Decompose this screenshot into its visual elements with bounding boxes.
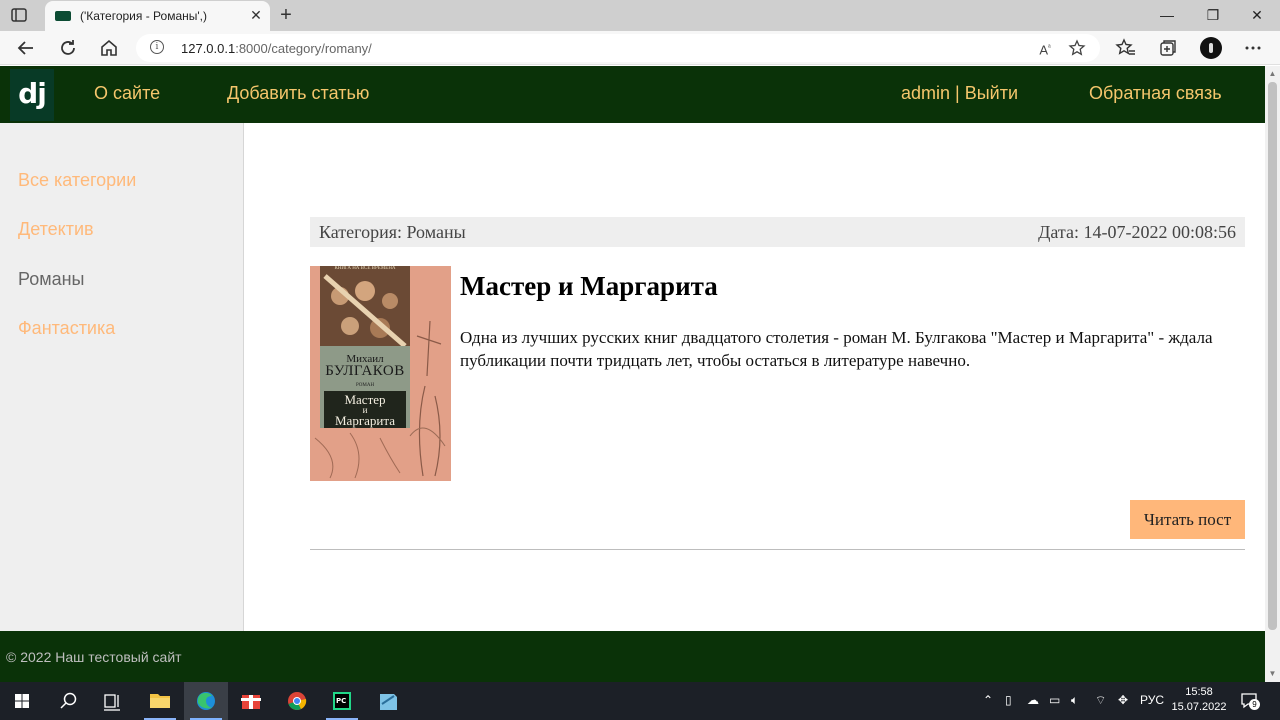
post-excerpt: Одна из лучших русских книг двадцатого с… [460,328,1213,370]
nav-user-logout-link[interactable]: admin | Выйти [901,83,1018,104]
post-category: Категория: Романы [319,222,466,242]
home-icon[interactable] [97,36,121,60]
language-indicator[interactable]: РУС [1140,693,1164,707]
clock-time: 15:58 [1185,686,1213,698]
read-post-button[interactable]: Читать пост [1130,500,1245,539]
post-divider [310,549,1245,550]
site-footer: © 2022 Наш тестовый сайт [0,631,1265,682]
page-scrollbar[interactable]: ▲ ▼ [1265,66,1280,682]
cover-author: Михаил БУЛГАКОВ [320,353,410,379]
battery-icon[interactable]: ▭ [1049,693,1060,707]
tray-onedrive-icon[interactable]: ☁ [1027,693,1039,707]
page-viewport: dj О сайте Добавить статью admin | Выйти… [0,66,1265,682]
book-cover-image: КНИГА НА ВСЕ ВРЕМЕНА Михаил БУЛГАКОВ РОМ… [310,266,451,481]
notification-count-badge: 9 [1249,699,1260,710]
cover-bottom-sketch [314,432,401,479]
favorites-icon[interactable] [1114,36,1138,60]
post-meta-bar: Категория: Романы Дата: 14-07-2022 00:08… [310,217,1245,247]
url-host: 127.0.0.1 [181,41,236,56]
profile-avatar[interactable] [1200,37,1222,59]
system-clock[interactable]: 15:58 15.07.2022 [1168,685,1230,715]
browser-tab-bar: ('Категория - Романы',) ✕ + — ❐ ✕ [0,0,1280,31]
edge-taskbar-icon[interactable] [184,682,228,720]
cover-painting [320,266,410,354]
chrome-icon[interactable] [275,682,319,720]
notes-app-icon[interactable] [366,682,410,720]
favorite-add-icon[interactable] [1068,39,1088,57]
url-path: :8000/category/romany/ [235,41,372,56]
tray-dropbox-icon[interactable]: ✥ [1118,693,1128,707]
tray-device-icon[interactable]: ▯ [1005,693,1012,707]
sidebar-item-novels: Романы [18,269,85,289]
collections-icon[interactable] [1156,36,1180,60]
back-icon[interactable] [14,36,38,60]
more-icon[interactable] [1241,36,1265,60]
footer-copyright: © 2022 Наш тестовый сайт [6,649,182,665]
windows-start-icon[interactable] [0,682,44,720]
cover-sketch-art [409,320,446,477]
site-info-icon[interactable]: i [150,40,164,54]
notification-center-icon[interactable]: 9 [1240,692,1260,710]
cover-series: КНИГА НА ВСЕ ВРЕМЕНА [334,266,396,271]
tab-close-icon[interactable]: ✕ [247,6,265,24]
close-window-button[interactable]: ✕ [1234,0,1280,31]
volume-icon[interactable]: 🔈︎ [1071,693,1078,708]
tab-title: ('Категория - Романы',) [80,9,207,23]
nav-add-article-link[interactable]: Добавить статью [227,83,369,104]
django-favicon-icon [55,11,71,21]
clock-date: 15.07.2022 [1171,701,1227,713]
minimize-button[interactable]: — [1144,0,1190,31]
scroll-down-arrow-icon[interactable]: ▼ [1265,668,1280,680]
browser-toolbar: i 127.0.0.1:8000/category/romany/ Aᵃ [0,31,1280,65]
wifi-icon[interactable]: ⌔ [1095,693,1106,708]
restore-button[interactable]: ❐ [1190,0,1236,31]
search-icon[interactable] [46,682,90,720]
browser-tab[interactable]: ('Категория - Романы',) ✕ [45,1,270,31]
new-tab-button[interactable]: + [276,4,296,26]
address-bar[interactable]: i 127.0.0.1:8000/category/romany/ Aᵃ [136,34,1100,62]
read-aloud-icon[interactable]: Aᵃ [1035,39,1055,57]
file-explorer-icon[interactable] [138,682,182,720]
sidebar-item-all-categories[interactable]: Все категории [18,170,136,191]
svg-text:PC: PC [336,697,346,705]
category-sidebar: Все категории Детектив Романы Фантастика [0,123,244,631]
sidebar-item-fantasy[interactable]: Фантастика [18,318,115,339]
sidebar-item-detective[interactable]: Детектив [18,219,94,240]
scroll-up-arrow-icon[interactable]: ▲ [1265,68,1280,80]
scrollbar-thumb[interactable] [1268,82,1277,630]
django-logo[interactable]: dj [10,69,54,121]
nav-feedback-link[interactable]: Обратная связь [1089,83,1222,104]
windows-taskbar: PC ⌃ ▯ ☁ ▭ 🔈︎ ⌔ ✥ РУС 15:58 15.07.2022 9 [0,682,1280,720]
url-text[interactable]: 127.0.0.1:8000/category/romany/ [181,41,372,56]
task-view-icon[interactable] [90,682,134,720]
cover-title-line3: Маргарита [335,413,395,428]
cover-title: Мастер и Маргарита [324,393,406,427]
nav-about-link[interactable]: О сайте [94,83,160,104]
site-header: dj О сайте Добавить статью admin | Выйти… [0,66,1265,123]
cover-genre: РОМАН [355,383,375,388]
tray-overflow-icon[interactable]: ⌃ [983,693,993,707]
refresh-icon[interactable] [56,36,80,60]
post-date: Дата: 14-07-2022 00:08:56 [1038,222,1236,242]
pycharm-icon[interactable]: PC [320,682,364,720]
gift-app-icon[interactable] [229,682,273,720]
post-title: Мастер и Маргарита [460,271,718,301]
cover-author-last: БУЛГАКОВ [325,363,405,379]
tab-actions-icon[interactable] [10,7,28,23]
